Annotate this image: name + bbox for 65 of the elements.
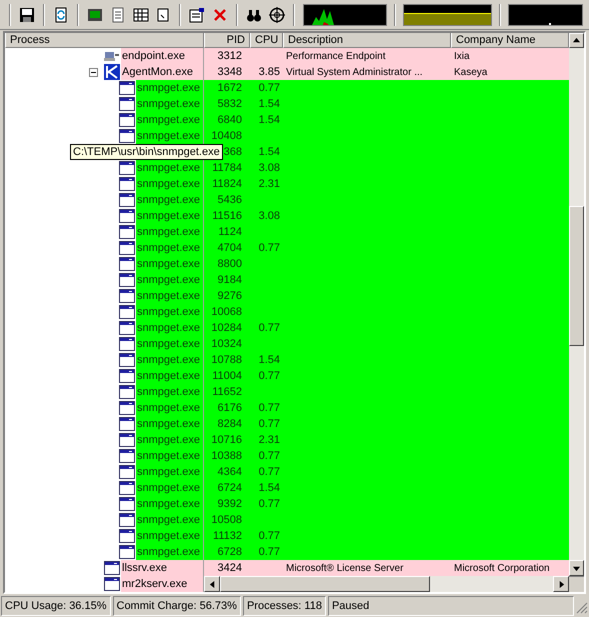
table-cell: Performance Endpoint — [286, 51, 386, 62]
table-cell-text: 1.54 — [258, 481, 280, 496]
table-cell-text: 10508 — [211, 513, 242, 528]
table-cell-text: 0.77 — [258, 497, 280, 512]
table-cell-text: 11132 — [213, 529, 242, 544]
table-cell-text: 368 — [224, 145, 242, 160]
table-cell-text: 6728 — [218, 545, 242, 560]
table-cell-text: 3424 — [218, 561, 242, 576]
table-cell: Ixia — [454, 51, 470, 62]
table-cell-text: 5436 — [218, 193, 242, 208]
table-cell-text: 1.54 — [258, 97, 280, 112]
table-cell-text: 11004 — [212, 369, 242, 384]
table-cell-text: 11652 — [212, 385, 242, 400]
status-pane: Processes: 118 — [242, 596, 326, 616]
table-cell-text: 0.77 — [258, 401, 280, 416]
table-cell-text: 10388 — [211, 449, 242, 464]
table-cell-text: 0.77 — [258, 417, 280, 432]
table-cell: Microsoft Corporation — [454, 563, 550, 574]
table-cell-text: 11784 — [212, 161, 242, 176]
table-cell-text: 2.31 — [258, 433, 280, 448]
table-cell-text: 3.85 — [258, 65, 280, 80]
table-cell-text: 9392 — [218, 497, 242, 512]
table-cell-text: 6724 — [218, 481, 242, 496]
status-pane: Paused — [328, 596, 574, 616]
table-cell-text: 1672 — [218, 81, 242, 96]
table-cell-text: 0.77 — [258, 529, 280, 544]
table-cell-text: 9184 — [218, 273, 242, 288]
table-cell-text: 0.77 — [258, 321, 280, 336]
table-cell-text: 0.77 — [258, 369, 280, 384]
path-tooltip: C:\TEMP\usr\bin\snmpget.exe — [70, 144, 223, 160]
table-cell-text: 10716 — [211, 433, 242, 448]
table-cell-text: 10408 — [211, 129, 242, 144]
table-cell-text: 9276 — [218, 289, 242, 304]
table-cell-text: 11824 — [212, 177, 242, 192]
table-cell-text: 8800 — [218, 257, 242, 272]
status-pane: CPU Usage: 36.15% — [1, 596, 110, 616]
table-cell-text: 1.54 — [258, 145, 280, 160]
table-cell-text: 4704 — [218, 241, 242, 256]
table-cell-text: 11516 — [212, 209, 242, 224]
table-cell-text: 0.77 — [258, 449, 280, 464]
table-cell-text: 1124 — [218, 225, 242, 240]
table-cell-text: 0.77 — [258, 81, 280, 96]
table-cell-text: 0.77 — [258, 241, 280, 256]
table-cell-text: 0.77 — [258, 465, 280, 480]
table-cell-text: 10324 — [211, 337, 242, 352]
table-cell-text: 10284 — [211, 321, 242, 336]
table-cell-text: 0.77 — [258, 545, 280, 560]
status-pane: Commit Charge: 56.73% — [112, 596, 241, 616]
table-cell-text: 6840 — [218, 113, 242, 128]
table-cell-text: 1.54 — [258, 353, 280, 368]
table-cell-text: 3348 — [218, 65, 242, 80]
table-cell-text: 5832 — [218, 97, 242, 112]
table-cell-text: 3312 — [218, 49, 242, 64]
table-cell-text: 8284 — [218, 417, 242, 432]
table-cell-text: 2.31 — [258, 177, 280, 192]
table-cell: Microsoft® License Server — [286, 563, 404, 574]
table-cell-text: 10068 — [211, 305, 242, 320]
table-cell: Kaseya — [454, 67, 488, 78]
table-cell-text: 6176 — [218, 401, 242, 416]
table-cell-text: 3.08 — [258, 161, 280, 176]
table-cell-text: 3.08 — [258, 209, 280, 224]
table-cell-text: 10788 — [211, 353, 242, 368]
table-cell: Virtual System Administrator ... — [286, 67, 423, 78]
table-cell-text: 1.54 — [258, 113, 280, 128]
table-cell-text: 4364 — [218, 465, 242, 480]
